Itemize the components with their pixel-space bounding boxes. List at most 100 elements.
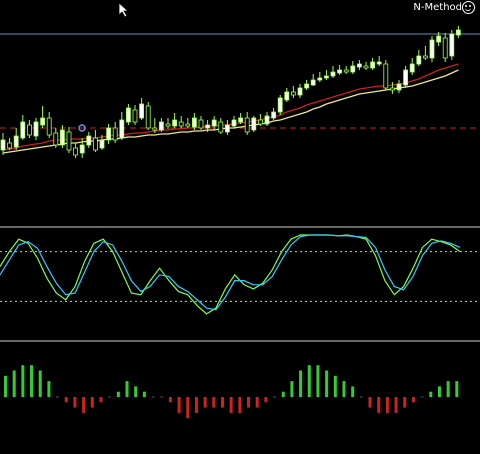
histogram-bar: [47, 381, 51, 397]
chart-canvas[interactable]: [0, 0, 480, 454]
candle-body: [370, 61, 376, 69]
histogram-bar: [220, 397, 224, 408]
histogram-bar: [316, 365, 320, 397]
candle-body: [350, 65, 356, 73]
candle-body: [158, 121, 164, 131]
candle-body: [403, 69, 409, 86]
candle-body: [46, 117, 52, 136]
histogram-bar: [116, 391, 120, 397]
candle-body: [172, 119, 178, 127]
candle-body: [455, 29, 461, 36]
histogram-bar: [420, 396, 424, 398]
candle-body: [198, 119, 204, 129]
candle-body: [244, 117, 250, 133]
histogram-bar: [238, 397, 242, 413]
histogram-bar: [38, 370, 42, 397]
candle-body: [7, 142, 12, 149]
histogram-bar: [56, 396, 60, 398]
candle-body: [330, 71, 336, 77]
candle-body: [343, 69, 349, 73]
histogram-bar: [264, 397, 268, 403]
candle-body: [165, 123, 171, 127]
histogram-bar: [125, 381, 129, 397]
candle-body: [93, 137, 98, 151]
candle-body: [139, 103, 145, 119]
histogram-bar: [385, 397, 389, 413]
candle-body: [337, 69, 343, 74]
candle-body: [205, 124, 211, 129]
histogram-bar: [255, 397, 259, 408]
candle-body: [185, 123, 191, 127]
candle-body: [356, 63, 362, 68]
candle-body: [112, 127, 118, 141]
histogram-bar: [212, 397, 216, 408]
candle-body: [79, 144, 85, 154]
candle-body: [271, 111, 277, 119]
candle-body: [383, 63, 389, 89]
candle-body: [389, 87, 395, 91]
histogram-bar: [12, 370, 16, 397]
histogram-bar: [134, 386, 138, 397]
candle-body: [119, 119, 125, 139]
histogram-bar: [333, 375, 337, 397]
histogram-bar: [108, 396, 112, 398]
candle-body: [152, 127, 158, 131]
candle-body: [53, 132, 59, 146]
histogram-bar: [307, 365, 311, 397]
candle-body: [323, 75, 329, 79]
candle-body: [211, 119, 217, 127]
candle-body: [310, 79, 316, 86]
candle-body: [238, 117, 244, 123]
candle-body: [106, 127, 111, 141]
candle-body: [40, 117, 45, 126]
histogram-bar: [403, 397, 407, 408]
histogram-bar: [411, 397, 415, 403]
histogram-bar: [368, 397, 372, 408]
candle-body: [13, 135, 19, 148]
histogram-bar: [299, 370, 303, 397]
candle-body: [191, 117, 197, 128]
histogram-bar: [342, 381, 346, 397]
candle-body: [99, 139, 105, 149]
indicator-label: N-Method: [413, 2, 462, 13]
candle-body: [20, 121, 26, 139]
candle-body: [145, 105, 151, 129]
candle-body: [0, 139, 6, 151]
histogram-bar: [229, 397, 233, 413]
histogram-bar: [359, 396, 363, 398]
candle-body: [257, 119, 263, 125]
candle-body: [33, 121, 39, 137]
histogram-bar: [194, 397, 198, 413]
candle-body: [297, 87, 303, 96]
histogram-bar: [247, 397, 251, 408]
candle-body: [218, 121, 224, 133]
candle-body: [73, 147, 78, 156]
candle-body: [396, 83, 402, 91]
histogram-bar: [30, 365, 34, 397]
histogram-bar: [4, 375, 7, 397]
smiley-face-icon: [462, 1, 475, 14]
candle-body: [284, 91, 290, 101]
candle-body: [376, 61, 382, 65]
candle-body: [363, 65, 369, 69]
histogram-bar: [203, 397, 207, 408]
histogram-bar: [73, 397, 77, 408]
candle-body: [251, 117, 257, 131]
histogram-bar: [142, 391, 146, 397]
candle-body: [224, 124, 230, 133]
histogram-bar: [186, 397, 190, 419]
candle-body: [429, 39, 435, 59]
histogram-bar: [168, 397, 172, 403]
histogram-bar: [429, 391, 433, 397]
candle-body: [178, 121, 184, 127]
candle-body: [304, 83, 310, 89]
histogram-bar: [394, 397, 398, 413]
histogram-bar: [273, 396, 277, 398]
candle-body: [290, 91, 296, 96]
histogram-bar: [64, 397, 68, 403]
histogram-bar: [446, 381, 450, 397]
histogram-bar: [455, 381, 459, 397]
candle-body: [416, 55, 422, 65]
histogram-bar: [290, 381, 294, 397]
mouse-cursor-icon: [118, 2, 130, 18]
